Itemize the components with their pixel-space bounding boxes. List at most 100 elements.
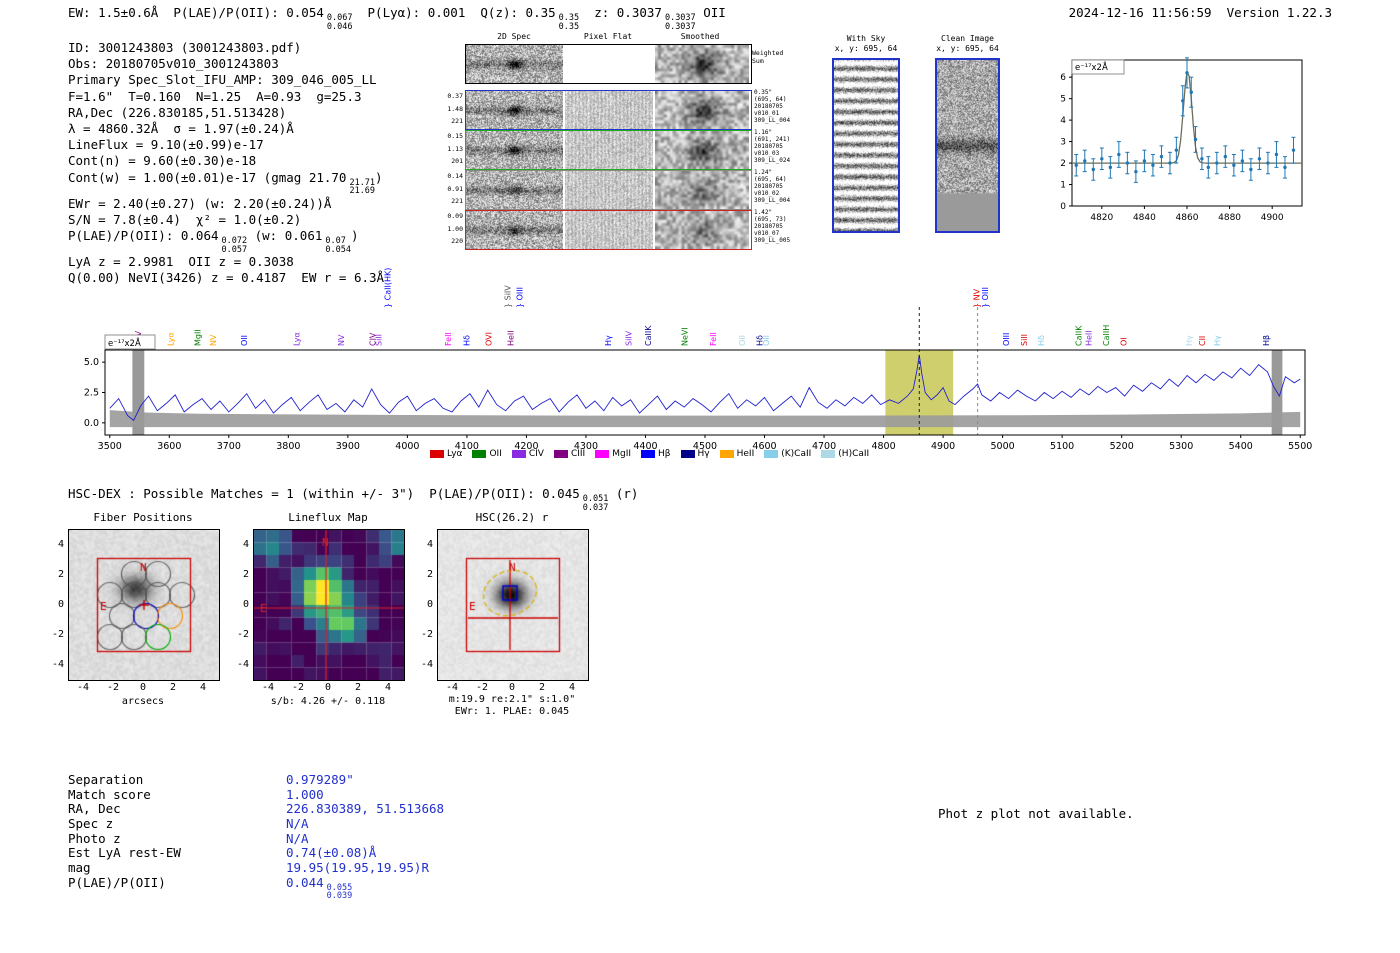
text-segment: S/N = 7.8(±0.4) χ² = 1.0(±0.2)	[68, 211, 302, 227]
text-segment: OII	[695, 5, 726, 20]
spec2d-smooth-image	[655, 171, 749, 209]
svg-text:0: 0	[1060, 202, 1066, 212]
svg-text:} OIII: } OIII	[515, 287, 524, 308]
stacked-uncertainty: 0.051 0.037	[582, 494, 609, 513]
svg-text:Hδ: Hδ	[1037, 335, 1046, 346]
legend-swatch	[595, 450, 610, 458]
cutout-y-tick-label: 0	[57, 599, 64, 610]
match-row-label: Match score	[68, 786, 151, 802]
svg-text:NeVI: NeVI	[680, 327, 689, 346]
legend-item: Hγ	[680, 449, 710, 459]
cutout-y-tick-label: 2	[426, 569, 433, 580]
spec2d-row-right-labels: 0.35" (695, 64) 20180705 v010_01 309_LL_004	[754, 89, 791, 124]
cutout-x-tick-label: 0	[508, 682, 516, 693]
legend-item: OII	[472, 449, 502, 459]
text-segment: Primary Spec_Slot_IFU_AMP: 309_046_005_L…	[68, 72, 377, 88]
legend-item: (K)CaII	[764, 449, 811, 459]
legend-item: CIV	[511, 449, 544, 459]
weighted-sum-label: Weighted Sum	[752, 49, 784, 65]
legend-item: MgII	[595, 449, 631, 459]
text-segment: Cont(n) = 9.60(±0.30)e-18	[68, 153, 257, 169]
match-row-value: 19.95(19.95,19.95)R	[286, 860, 429, 875]
stacked-uncertainty: 0.067 0.046	[326, 13, 353, 32]
svg-text:e⁻¹⁷x2Å: e⁻¹⁷x2Å	[108, 337, 141, 349]
match-row-value: N/A	[286, 816, 309, 831]
legend-label: Lyα	[447, 449, 463, 459]
cutout-x-tick-label: 2	[538, 682, 546, 693]
legend-swatch	[719, 450, 734, 458]
spec2d-smooth-image	[655, 211, 749, 249]
cutout-x-tick-label: -4	[76, 682, 90, 693]
svg-text:3500: 3500	[98, 441, 122, 452]
text-segment: (r)	[608, 486, 639, 501]
stacked-uncertainty: 0.055 0.039	[326, 882, 353, 902]
lineflux-map-title: Lineflux Map	[288, 511, 368, 524]
spec2d-header-smoothed: Smoothed	[680, 32, 720, 41]
spec2d-row	[465, 210, 752, 250]
svg-text:NV: NV	[337, 334, 346, 346]
svg-text:5300: 5300	[1169, 441, 1193, 452]
match-row-label: mag	[68, 860, 91, 876]
legend-label: MgII	[612, 449, 632, 459]
svg-text:} OIII: } OIII	[981, 287, 990, 308]
svg-text:4900: 4900	[931, 441, 955, 452]
legend-swatch	[821, 450, 836, 458]
match-table-row: Separation 0.979289"	[68, 772, 444, 787]
cutout-x-tick-label: -4	[445, 682, 459, 693]
svg-text:Hγ: Hγ	[604, 335, 613, 346]
spec2d-row	[465, 170, 752, 210]
legend-swatch	[511, 450, 526, 458]
hsc-dex-line: HSC-DEX : Possible Matches = 1 (within +…	[68, 486, 638, 512]
text-segment: RA,Dec (226.830185,51.513428)	[68, 104, 287, 120]
legend-swatch	[553, 450, 568, 458]
svg-text:1: 1	[1060, 181, 1066, 191]
svg-text:MgII: MgII	[193, 329, 202, 346]
legend-item: Lyα	[430, 449, 462, 459]
svg-text:SiIV: SiIV	[624, 330, 633, 346]
timestamp: 2024-12-16 11:56:59	[1068, 5, 1212, 20]
clean-image-coords: x, y: 695, 64	[936, 44, 999, 53]
match-table-row: Est LyA rest-EW 0.74(±0.08)Å	[68, 845, 444, 860]
match-table-row: Photo z N/A	[68, 831, 444, 846]
svg-text:} SiIV: } SiIV	[504, 285, 513, 308]
cutout-y-tick-label: -4	[51, 659, 64, 670]
svg-text:4900: 4900	[1261, 213, 1284, 223]
svg-text:CaIIK: CaIIK	[644, 325, 653, 346]
spec2d-spec-image	[466, 211, 563, 249]
match-table-row: RA, Dec 226.830389, 51.513668	[68, 801, 444, 816]
svg-text:5100: 5100	[1050, 441, 1074, 452]
info-line: λ = 4860.32Å σ = 1.97(±0.24)Å	[68, 121, 384, 137]
info-line: Cont(n) = 9.60(±0.30)e-18	[68, 153, 384, 169]
svg-text:4800: 4800	[871, 441, 895, 452]
svg-text:Lyα: Lyα	[292, 332, 301, 346]
legend-swatch	[641, 450, 656, 458]
cutout-y-tick-label: -2	[420, 629, 433, 640]
svg-text:SiII: SiII	[1020, 334, 1029, 346]
spec2d-row-right-labels: 1.42" (695, 73) 20180705 v010_07 309_LL_005	[754, 209, 791, 244]
cutout-y-tick-label: 2	[57, 569, 64, 580]
spec2d-header-2dspec: 2D Spec	[497, 32, 531, 41]
with-sky-title: With Sky	[846, 34, 886, 43]
legend-label: Hβ	[658, 449, 671, 459]
match-row-label: Separation	[68, 772, 144, 787]
text-segment: 0.74(±0.08)Å	[286, 845, 377, 861]
svg-text:4: 4	[1060, 116, 1066, 126]
svg-text:CaIIK: CaIIK	[1074, 325, 1083, 346]
spec2d-smooth-image	[655, 91, 749, 129]
cutout-x-tick-label: -2	[475, 682, 489, 693]
info-line: Primary Spec_Slot_IFU_AMP: 309_046_005_L…	[68, 72, 384, 88]
info-line: LineFlux = 9.10(±0.99)e-17	[68, 137, 384, 153]
cutout-y-tick-label: -2	[236, 629, 249, 640]
svg-text:Hδ: Hδ	[463, 335, 472, 346]
text-segment: 19.95(19.95,19.95)R	[286, 860, 429, 876]
cutout-y-tick-label: 2	[242, 569, 249, 580]
object-info-block: ID: 3001243803 (3001243803.pdf) Obs: 2018…	[68, 40, 384, 286]
svg-text:OII: OII	[240, 335, 249, 346]
svg-text:2.5: 2.5	[84, 388, 99, 399]
cutout-x-tick-label: 0	[324, 682, 332, 693]
svg-text:4880: 4880	[1218, 213, 1241, 223]
svg-text:4820: 4820	[1090, 213, 1113, 223]
text-segment: 0.979289"	[286, 772, 354, 787]
spec2d-flat-image	[565, 211, 653, 249]
legend-label: (H)CaII	[838, 449, 870, 459]
